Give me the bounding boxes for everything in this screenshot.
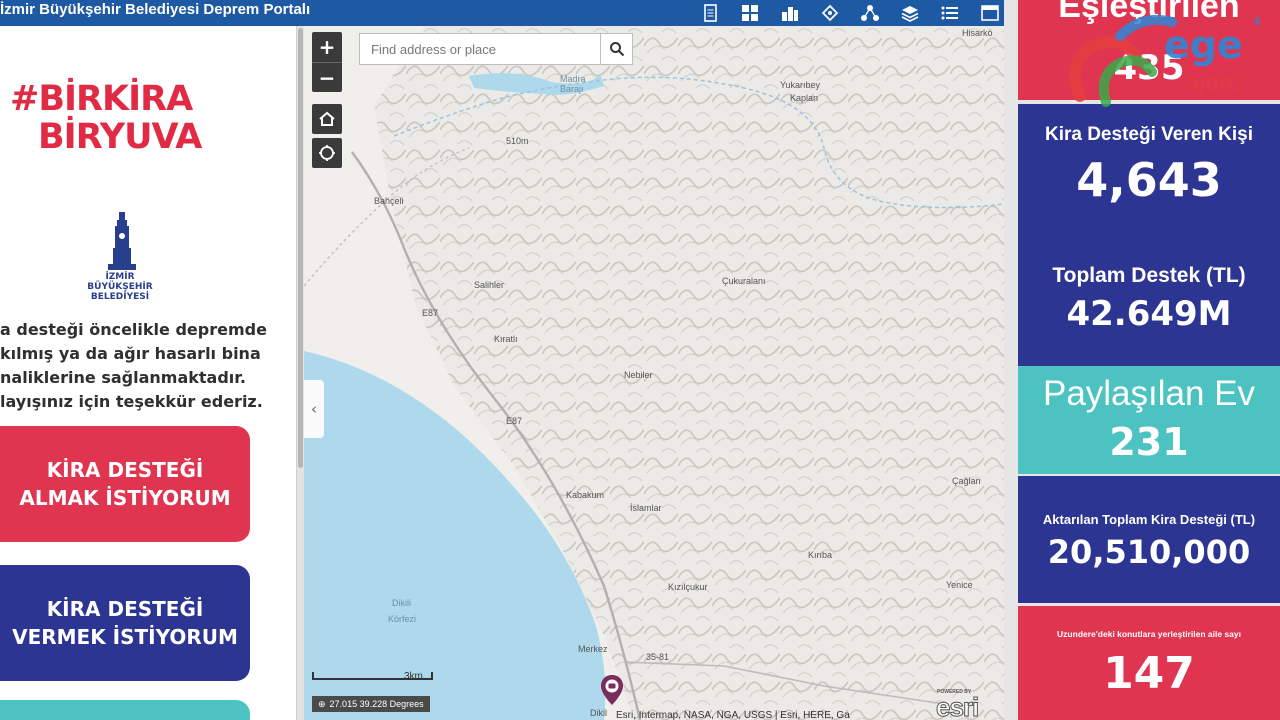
get-rent-support-button[interactable]: KİRA DESTEĞİ ALMAK İSTİYORUM xyxy=(0,426,250,542)
place-label: Çukuralanı xyxy=(722,276,766,286)
road-label: E87 xyxy=(506,416,523,426)
place-label: Çağlan xyxy=(952,476,981,486)
zoom-control: + − xyxy=(312,32,342,92)
place-label: Bahçeli xyxy=(374,196,404,206)
stat-label: Kira Desteği Veren Kişi xyxy=(1044,124,1254,145)
intro-line: kılmış ya da ağır hasarlı bina xyxy=(0,344,261,363)
supporters-count-card: Kira Desteği Veren Kişi 4,643 xyxy=(1018,104,1280,224)
place-label: Kırıba xyxy=(808,550,833,560)
stat-label: Paylaşılan Ev xyxy=(1042,374,1256,413)
logo-text-line-2: BÜYÜKŞEHİR xyxy=(87,282,153,292)
place-label: Kaplan xyxy=(790,93,819,103)
intro-line: a desteği öncelikle depremde xyxy=(0,320,267,339)
crosshair-icon: ⊕ xyxy=(318,699,326,709)
home-button[interactable] xyxy=(312,104,342,134)
portal-title: İzmir Büyükşehir Belediyesi Deprem Porta… xyxy=(0,1,311,18)
place-label: İslamlar xyxy=(630,503,662,513)
locate-icon xyxy=(319,145,335,161)
slogan-line-2: BİRYUVA xyxy=(38,117,202,157)
stat-value: 20,510,000 xyxy=(1047,533,1251,571)
relocated-families-card: Uzundere'deki konutlara yerleştirilen ai… xyxy=(1018,606,1280,720)
place-label: Kabakum xyxy=(566,490,605,500)
search-button[interactable] xyxy=(600,34,632,64)
zoom-in-button[interactable]: + xyxy=(312,32,342,62)
third-action-button[interactable] xyxy=(0,700,250,720)
water-label: Dikili xyxy=(392,598,411,608)
coordinates-text: 27.015 39.228 Degrees xyxy=(329,699,424,709)
coordinate-readout[interactable]: ⊕ 27.015 39.228 Degrees xyxy=(312,696,430,712)
document-icon[interactable] xyxy=(690,0,730,26)
intro-text: a desteği öncelikle depremde kılmış ya d… xyxy=(0,318,300,414)
stat-value: 231 xyxy=(1109,420,1189,464)
road-label: E87 xyxy=(422,308,439,318)
elevation-label: 510m xyxy=(506,136,529,146)
map-view[interactable]: Hisarkö Madra Barajı Yukarıbey Kaplan 51… xyxy=(304,26,1004,720)
place-label: Salihler xyxy=(474,280,505,290)
stat-value: 4,643 xyxy=(1076,153,1222,207)
app-header: İzmir Büyükşehir Belediyesi Deprem Porta… xyxy=(0,0,1010,26)
city-icon[interactable] xyxy=(770,0,810,26)
intro-line: naliklerine sağlanmaktadır. xyxy=(0,368,246,387)
zoom-out-button[interactable]: − xyxy=(312,62,342,92)
place-label: Madra xyxy=(560,74,586,84)
watermark-mark: ® xyxy=(1252,15,1260,29)
campaign-slogan: #BİRKİRA BİRYUVA xyxy=(10,80,240,156)
logo-text-line-3: BELEDİYESİ xyxy=(90,292,150,302)
slogan-line-1: #BİRKİRA xyxy=(10,79,193,119)
stat-label: Toplam Destek (TL) xyxy=(1052,264,1246,287)
place-label: Yukarıbey xyxy=(780,80,821,90)
watermark-text: ege xyxy=(1164,23,1243,67)
transferred-support-card: Aktarılan Toplam Kira Desteği (TL) 20,51… xyxy=(1018,476,1280,603)
address-search xyxy=(359,33,633,65)
locate-button[interactable] xyxy=(312,138,342,168)
place-label: Kıratlı xyxy=(494,334,518,344)
place-label: Barajı xyxy=(560,84,584,94)
place-label: Nebiler xyxy=(624,370,653,380)
pin-icon xyxy=(601,675,623,705)
road-label: 35-81 xyxy=(646,652,670,662)
water-label: Körfezi xyxy=(388,614,417,624)
panel-scrollbar[interactable] xyxy=(296,26,304,720)
intro-line: layışınız için teşekkür ederiz. xyxy=(0,392,263,411)
shared-homes-card: Paylaşılan Ev 231 xyxy=(1018,366,1280,474)
stat-value: 42.649M xyxy=(1066,294,1232,334)
layers-icon[interactable] xyxy=(890,0,930,26)
map-attribution: Esri, Intermap, NASA, NGA, USGS | Esri, … xyxy=(616,710,850,720)
stat-label: Uzundere'deki konutlara yerleştirilen ai… xyxy=(1057,629,1241,639)
scale-label: 3km xyxy=(404,671,423,682)
search-input[interactable] xyxy=(360,34,600,64)
chevron-left-icon: ‹ xyxy=(311,400,317,418)
esri-logo: esri xyxy=(935,692,979,720)
total-support-card: Toplam Destek (TL) 42.649M xyxy=(1018,224,1280,366)
search-icon xyxy=(609,42,624,57)
scrollbar-thumb[interactable] xyxy=(298,28,303,468)
map-tag-icon[interactable] xyxy=(810,0,850,26)
collapse-panel-button[interactable]: ‹ xyxy=(304,380,324,438)
place-label: Merkez xyxy=(578,644,608,654)
location-marker[interactable] xyxy=(600,674,624,710)
home-icon xyxy=(319,111,335,126)
ege-ajans-watermark: ege ® ajans xyxy=(1068,14,1260,107)
municipality-name: İZMİR BÜYÜKŞEHİR BELEDİYESİ xyxy=(0,272,240,302)
list-icon[interactable] xyxy=(930,0,970,26)
place-label: Hisarkö xyxy=(962,28,993,38)
place-label: Kızılçukur xyxy=(668,582,708,592)
logo-text-line-1: İZMİR xyxy=(105,272,135,282)
left-info-panel: #BİRKİRA BİRYUVA İZMİR BÜYÜKŞEHİR BELEDİ… xyxy=(0,26,300,720)
stat-value: 147 xyxy=(1103,648,1195,699)
network-icon[interactable] xyxy=(850,0,890,26)
give-rent-support-button[interactable]: KİRA DESTEĞİ VERMEK İSTİYORUM xyxy=(0,565,250,681)
stat-label: Aktarılan Toplam Kira Desteği (TL) xyxy=(1042,512,1256,527)
place-label: Yenice xyxy=(946,580,973,590)
header-toolbar xyxy=(690,0,1010,26)
watermark-subtext: ajans xyxy=(1186,71,1244,96)
grid-icon[interactable] xyxy=(730,0,770,26)
